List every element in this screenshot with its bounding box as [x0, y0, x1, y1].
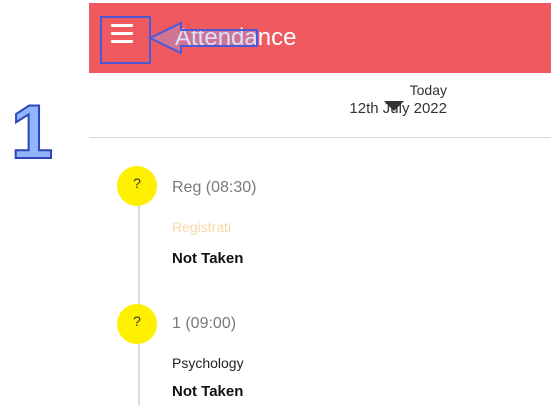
caret-down-icon[interactable] — [384, 101, 404, 111]
date-today-label: Today — [409, 82, 447, 98]
step-number-annotation: 1 — [8, 86, 56, 176]
period-status-indicator: ? — [117, 166, 157, 206]
date-selector[interactable]: Today 12th July 2022 — [89, 73, 551, 138]
app-header: Attendance — [89, 3, 551, 73]
attendance-status: Not Taken — [172, 383, 244, 400]
svg-text:1: 1 — [11, 90, 53, 166]
page-title: Attendance — [175, 24, 297, 51]
date-value: 12th July 2022 — [349, 100, 447, 117]
period-title[interactable]: Reg (08:30) — [172, 179, 257, 197]
hamburger-menu-icon[interactable] — [111, 24, 133, 44]
period-title[interactable]: 1 (09:00) — [172, 315, 236, 333]
attendance-status: Not Taken — [172, 250, 244, 267]
period-subject: Psychology — [172, 355, 244, 371]
period-status-indicator: ? — [117, 304, 157, 344]
period-subject: Registrati — [172, 219, 232, 235]
timeline-line — [138, 185, 140, 405]
